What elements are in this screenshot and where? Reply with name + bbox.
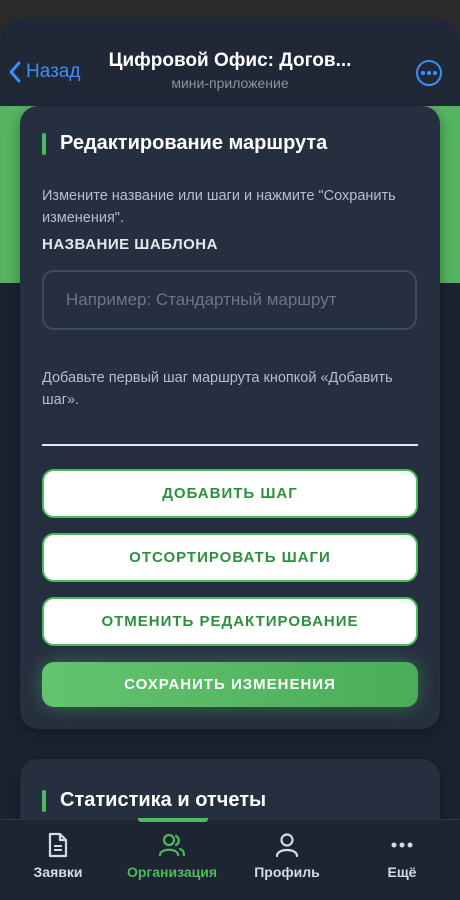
tab-more[interactable]: Ещё (352, 832, 452, 880)
tab-requests[interactable]: Заявки (8, 832, 108, 880)
back-button-label: Назад (26, 61, 81, 82)
tab-label: Ещё (387, 864, 417, 880)
route-editor-heading: Редактирование маршрута (42, 132, 327, 155)
document-icon (8, 832, 108, 858)
tab-profile[interactable]: Профиль (237, 832, 337, 880)
more-dots-icon (421, 71, 425, 75)
route-editor-card: Редактирование маршрута Измените названи… (20, 106, 440, 729)
chevron-left-icon (8, 60, 22, 84)
user-icon (237, 832, 337, 858)
navbar-titles: Цифровой Офис: Догов... мини-приложение (95, 50, 365, 91)
stats-title: Статистика и отчеты (60, 789, 267, 811)
cancel-edit-button[interactable]: ОТМЕНИТЬ РЕДАКТИРОВАНИЕ (42, 597, 418, 646)
tab-label: Заявки (33, 864, 83, 880)
back-button[interactable]: Назад (8, 58, 80, 86)
tab-label: Организация (126, 864, 218, 880)
section-accent-bar (42, 789, 46, 812)
top-navigation-bar: Назад Цифровой Офис: Догов... мини-прило… (0, 18, 460, 106)
section-accent-bar (42, 132, 46, 155)
add-step-button[interactable]: ДОБАВИТЬ ШАГ (42, 469, 418, 518)
sort-steps-button[interactable]: ОТСОРТИРОВАТЬ ШАГИ (42, 533, 418, 582)
tab-organization[interactable]: Организация (122, 832, 222, 880)
more-dots-icon (352, 832, 452, 858)
more-options-button[interactable] (416, 60, 442, 86)
tab-label: Профиль (254, 864, 320, 880)
template-name-label: НАЗВАНИЕ ШАБЛОНА (42, 236, 218, 253)
edit-hint-text: Измените название или шаги и нажмите "Со… (42, 188, 396, 226)
save-changes-button[interactable]: СОХРАНИТЬ ИЗМЕНЕНИЯ (42, 662, 418, 707)
empty-steps-hint: Добавьте первый шаг маршрута кнопкой «До… (42, 370, 393, 408)
stats-heading: Статистика и отчеты (42, 789, 266, 812)
route-editor-title: Редактирование маршрута (60, 132, 328, 154)
app-title: Цифровой Офис: Догов... (108, 50, 352, 71)
users-icon (122, 832, 222, 858)
bottom-tab-bar: Заявки Организация Профиль Ещё (0, 818, 460, 900)
template-name-input[interactable] (42, 270, 417, 330)
app-subtitle: мини-приложение (171, 75, 289, 91)
mini-app-sheet: Назад Цифровой Офис: Догов... мини-прило… (0, 18, 460, 900)
active-tab-indicator (138, 818, 208, 822)
steps-divider (42, 444, 418, 446)
